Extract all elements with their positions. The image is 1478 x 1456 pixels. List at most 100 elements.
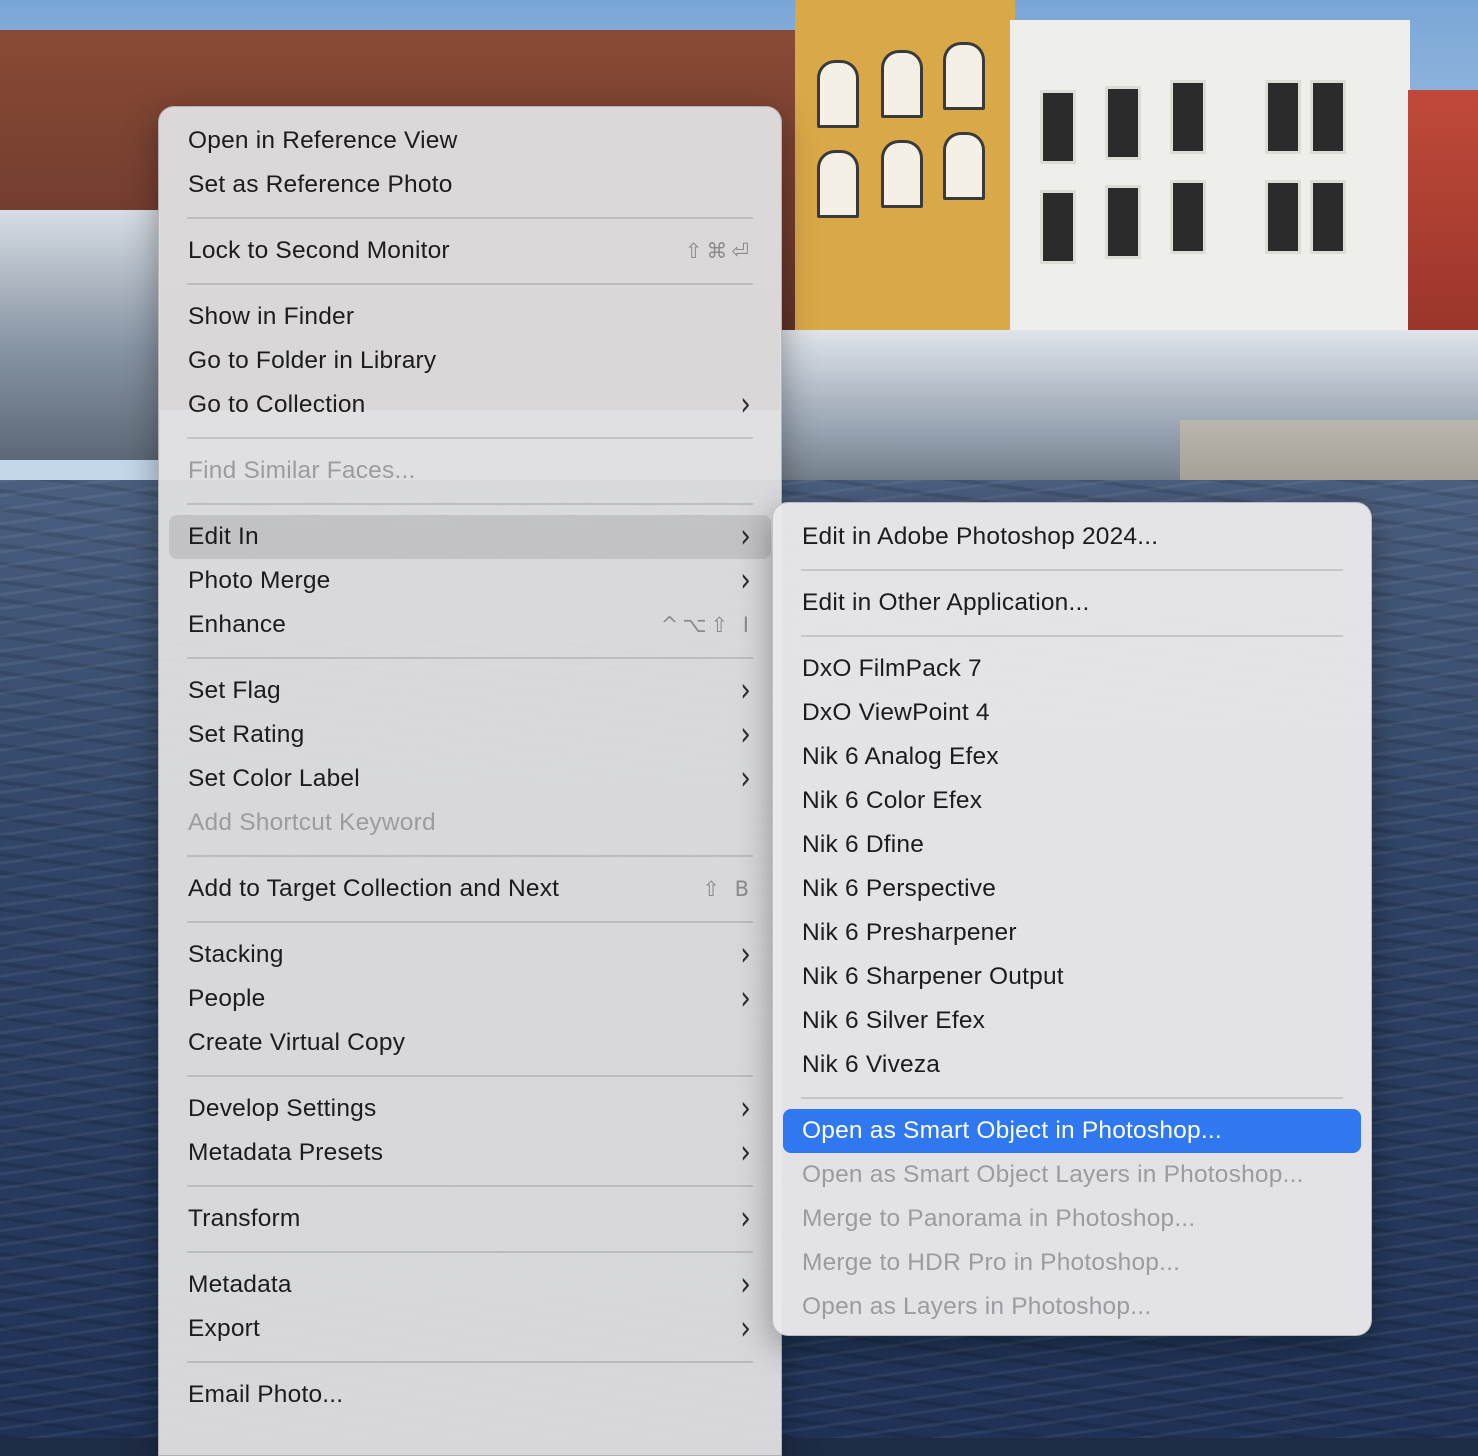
submenu-item-nik-6-viveza[interactable]: Nik 6 Viveza — [783, 1043, 1361, 1087]
chevron-right-icon: › — [740, 518, 751, 556]
menu-item-metadata-presets[interactable]: Metadata Presets › — [169, 1131, 771, 1175]
menu-item-label: Go to Folder in Library — [188, 347, 437, 374]
menu-separator — [187, 437, 753, 439]
menu-item-label: Email Photo... — [188, 1381, 344, 1408]
menu-separator — [187, 855, 753, 857]
menu-item-label: Add to Target Collection and Next — [188, 875, 560, 902]
menu-item-label: Export — [188, 1315, 261, 1342]
menu-item-label: Metadata — [188, 1271, 292, 1298]
chevron-right-icon: › — [740, 1266, 751, 1304]
submenu-item-nik-6-color-efex[interactable]: Nik 6 Color Efex — [783, 779, 1361, 823]
menu-item-label: Stacking — [188, 941, 284, 968]
chevron-right-icon: › — [740, 672, 751, 710]
menu-item-people[interactable]: People › — [169, 977, 771, 1021]
menu-separator — [187, 921, 753, 923]
menu-item-label: Transform — [188, 1205, 301, 1232]
menu-item-label: Nik 6 Perspective — [802, 875, 997, 902]
menu-item-label: Photo Merge — [188, 567, 331, 594]
menu-item-label: Nik 6 Analog Efex — [802, 743, 999, 770]
submenu-item-nik-6-presharpener[interactable]: Nik 6 Presharpener — [783, 911, 1361, 955]
menu-item-label: Develop Settings — [188, 1095, 377, 1122]
menu-item-label: Show in Finder — [188, 303, 355, 330]
chevron-right-icon: › — [740, 716, 751, 754]
menu-separator — [187, 217, 753, 219]
menu-item-label: Nik 6 Sharpener Output — [802, 963, 1064, 990]
menu-item-label: Set as Reference Photo — [188, 171, 453, 198]
submenu-item-open-as-smart-object-in-photoshop[interactable]: Open as Smart Object in Photoshop... — [783, 1109, 1361, 1153]
keyboard-shortcut: ⇧ B — [702, 877, 753, 901]
menu-item-find-similar-faces: Find Similar Faces... — [169, 449, 771, 493]
menu-item-transform[interactable]: Transform › — [169, 1197, 771, 1241]
menu-item-label: Nik 6 Viveza — [802, 1051, 941, 1078]
menu-item-label: Lock to Second Monitor — [188, 237, 450, 264]
menu-item-photo-merge[interactable]: Photo Merge › — [169, 559, 771, 603]
menu-item-label: Add Shortcut Keyword — [188, 809, 436, 836]
menu-separator — [187, 1185, 753, 1187]
menu-item-set-color-label[interactable]: Set Color Label › — [169, 757, 771, 801]
menu-item-label: Nik 6 Presharpener — [802, 919, 1017, 946]
menu-item-add-shortcut-keyword: Add Shortcut Keyword — [169, 801, 771, 845]
menu-item-develop-settings[interactable]: Develop Settings › — [169, 1087, 771, 1131]
menu-item-label: DxO ViewPoint 4 — [802, 699, 990, 726]
menu-item-open-in-reference-view[interactable]: Open in Reference View — [169, 119, 771, 163]
menu-item-show-in-finder[interactable]: Show in Finder — [169, 295, 771, 339]
menu-item-create-virtual-copy[interactable]: Create Virtual Copy — [169, 1021, 771, 1065]
menu-item-label: Set Flag — [188, 677, 281, 704]
menu-item-label: Metadata Presets — [188, 1139, 384, 1166]
submenu-item-nik-6-sharpener-output[interactable]: Nik 6 Sharpener Output — [783, 955, 1361, 999]
menu-item-stacking[interactable]: Stacking › — [169, 933, 771, 977]
menu-item-set-rating[interactable]: Set Rating › — [169, 713, 771, 757]
menu-item-label: Find Similar Faces... — [188, 457, 416, 484]
menu-item-label: Nik 6 Silver Efex — [802, 1007, 986, 1034]
submenu-item-nik-6-analog-efex[interactable]: Nik 6 Analog Efex — [783, 735, 1361, 779]
menu-item-label: Open as Layers in Photoshop... — [802, 1293, 1152, 1320]
menu-item-set-as-reference-photo[interactable]: Set as Reference Photo — [169, 163, 771, 207]
chevron-right-icon: › — [740, 760, 751, 798]
menu-item-label: Create Virtual Copy — [188, 1029, 406, 1056]
submenu-item-merge-to-hdr-pro-in-photoshop: Merge to HDR Pro in Photoshop... — [783, 1241, 1361, 1285]
submenu-item-nik-6-silver-efex[interactable]: Nik 6 Silver Efex — [783, 999, 1361, 1043]
menu-item-enhance[interactable]: Enhance ^⌥⇧ I — [169, 603, 771, 647]
menu-separator — [187, 1075, 753, 1077]
menu-item-label: Edit In — [188, 523, 259, 550]
submenu-item-edit-in-adobe-photoshop-2024[interactable]: Edit in Adobe Photoshop 2024... — [783, 515, 1361, 559]
menu-item-email-photo[interactable]: Email Photo... — [169, 1373, 771, 1417]
submenu-item-open-as-smart-object-layers-in-photoshop: Open as Smart Object Layers in Photoshop… — [783, 1153, 1361, 1197]
submenu-item-nik-6-dfine[interactable]: Nik 6 Dfine — [783, 823, 1361, 867]
menu-item-label: Go to Collection — [188, 391, 366, 418]
menu-item-label: Open in Reference View — [188, 127, 458, 154]
menu-item-label: People — [188, 985, 266, 1012]
chevron-right-icon: › — [740, 1090, 751, 1128]
menu-item-lock-to-second-monitor[interactable]: Lock to Second Monitor ⇧⌘⏎ — [169, 229, 771, 273]
menu-item-add-to-target-collection-and-next[interactable]: Add to Target Collection and Next ⇧ B — [169, 867, 771, 911]
menu-item-edit-in[interactable]: Edit In › — [169, 515, 771, 559]
menu-item-label: Open as Smart Object Layers in Photoshop… — [802, 1161, 1304, 1188]
keyboard-shortcut: ⇧⌘⏎ — [684, 239, 753, 263]
menu-item-label: Enhance — [188, 611, 287, 638]
submenu-item-dxo-viewpoint-4[interactable]: DxO ViewPoint 4 — [783, 691, 1361, 735]
menu-separator — [801, 635, 1343, 637]
menu-item-set-flag[interactable]: Set Flag › — [169, 669, 771, 713]
menu-separator — [187, 657, 753, 659]
edit-in-submenu: Edit in Adobe Photoshop 2024... Edit in O… — [772, 502, 1372, 1336]
chevron-right-icon: › — [740, 1310, 751, 1348]
menu-item-go-to-folder-in-library[interactable]: Go to Folder in Library — [169, 339, 771, 383]
menu-item-label: Set Color Label — [188, 765, 360, 792]
keyboard-shortcut: ^⌥⇧ I — [660, 613, 753, 637]
chevron-right-icon: › — [740, 386, 751, 424]
menu-separator — [187, 1251, 753, 1253]
bridge-left-span — [0, 210, 160, 460]
menu-item-label: Edit in Other Application... — [802, 589, 1090, 616]
chevron-right-icon: › — [740, 1134, 751, 1172]
submenu-item-edit-in-other-application[interactable]: Edit in Other Application... — [783, 581, 1361, 625]
submenu-item-nik-6-perspective[interactable]: Nik 6 Perspective — [783, 867, 1361, 911]
menu-item-metadata[interactable]: Metadata › — [169, 1263, 771, 1307]
menu-item-label: Edit in Adobe Photoshop 2024... — [802, 523, 1159, 550]
white-building — [1010, 20, 1410, 360]
menu-item-export[interactable]: Export › — [169, 1307, 771, 1351]
menu-separator — [187, 503, 753, 505]
submenu-item-open-as-layers-in-photoshop: Open as Layers in Photoshop... — [783, 1285, 1361, 1329]
menu-separator — [801, 569, 1343, 571]
submenu-item-dxo-filmpack-7[interactable]: DxO FilmPack 7 — [783, 647, 1361, 691]
menu-item-go-to-collection[interactable]: Go to Collection › — [169, 383, 771, 427]
